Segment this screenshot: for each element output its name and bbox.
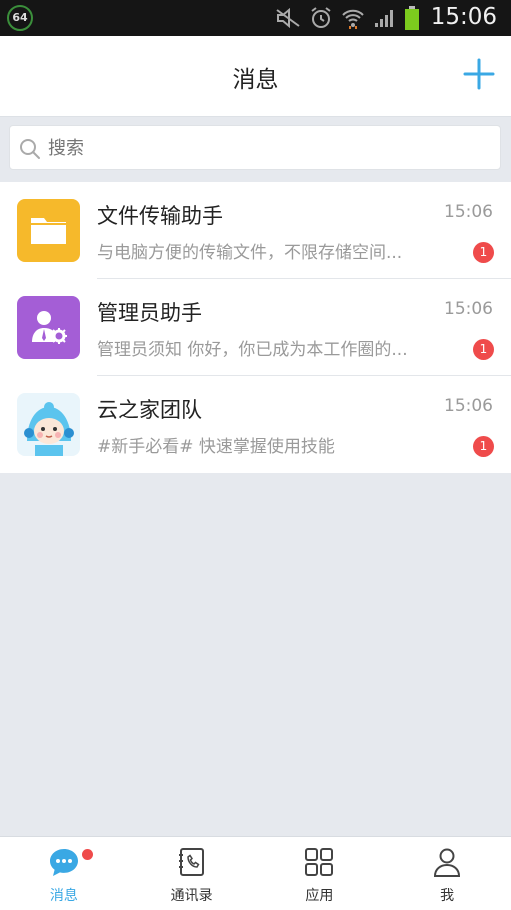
- search-input[interactable]: [46, 126, 490, 171]
- conversation-name: 云之家团队: [97, 398, 202, 422]
- plus-icon[interactable]: [463, 58, 495, 90]
- unread-badge: 1: [473, 339, 494, 360]
- conversation-name: 管理员助手: [97, 301, 202, 325]
- status-time: 15:06: [430, 4, 497, 30]
- conversation-name: 文件传输助手: [97, 204, 223, 228]
- search-area: [0, 117, 511, 179]
- mascot-avatar: [17, 393, 80, 456]
- conversation-preview: 与电脑方便的传输文件，不限存储空间...: [97, 243, 403, 263]
- conversation-item-yunzhijia-team[interactable]: 云之家团队 15:06 #新手必看# 快速掌握使用技能 1: [0, 376, 511, 473]
- unread-badge: 1: [473, 436, 494, 457]
- search-icon: [20, 139, 40, 159]
- search-box[interactable]: [9, 125, 501, 171]
- conversation-time: 15:06: [444, 202, 493, 222]
- alarm-icon: [311, 7, 331, 28]
- conversation-item-file-transfer[interactable]: 文件传输助手 15:06 与电脑方便的传输文件，不限存储空间... 1: [0, 182, 511, 279]
- bottom-tab-bar: 消息 通讯录 应用 我: [0, 836, 511, 910]
- chat-bubble-icon: [49, 849, 78, 876]
- conversation-preview: #新手必看# 快速掌握使用技能: [97, 437, 335, 457]
- conversation-preview: 管理员须知 你好，你已成为本工作圈的...: [97, 340, 408, 360]
- apps-grid-icon: [305, 848, 334, 876]
- folder-icon: [17, 199, 80, 262]
- conversation-list: 文件传输助手 15:06 与电脑方便的传输文件，不限存储空间... 1 管理员助…: [0, 182, 511, 473]
- unread-badge: 1: [473, 242, 494, 263]
- status-icons: [275, 6, 419, 30]
- notification-dot: [82, 849, 93, 860]
- admin-icon: [17, 296, 80, 359]
- contacts-book-icon: [178, 848, 204, 876]
- battery-saver-badge: 64: [7, 5, 33, 31]
- conversation-time: 15:06: [444, 299, 493, 319]
- tab-label: 我: [440, 888, 455, 904]
- tab-label: 通讯录: [170, 888, 213, 904]
- status-bar: 64 15:06: [0, 0, 511, 36]
- conversation-item-admin-assistant[interactable]: 管理员助手 15:06 管理员须知 你好，你已成为本工作圈的... 1: [0, 279, 511, 376]
- tab-apps[interactable]: 应用: [256, 837, 384, 910]
- page-title: 消息: [232, 67, 279, 93]
- tab-label: 应用: [305, 888, 334, 904]
- tab-label: 消息: [49, 888, 78, 904]
- conversation-time: 15:06: [444, 396, 493, 416]
- mute-icon: [276, 8, 300, 28]
- signal-icon: [375, 10, 393, 27]
- tab-contacts[interactable]: 通讯录: [128, 837, 256, 910]
- battery-icon: [405, 6, 419, 30]
- wifi-icon: [342, 9, 364, 29]
- tab-messages[interactable]: 消息: [0, 837, 128, 910]
- top-nav-bar: 消息: [0, 36, 511, 117]
- person-icon: [434, 848, 461, 877]
- tab-me[interactable]: 我: [383, 837, 511, 910]
